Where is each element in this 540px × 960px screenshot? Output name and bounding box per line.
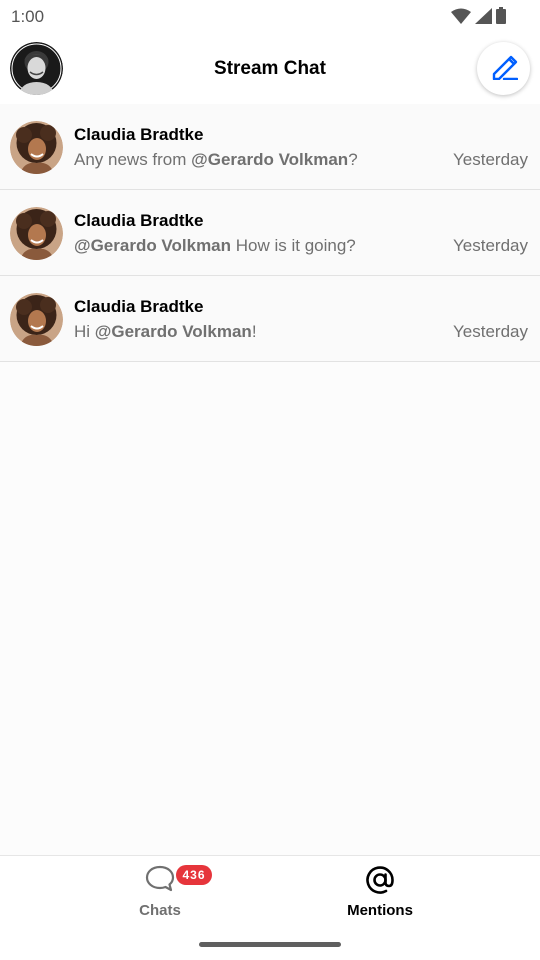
- message-preview: @Gerardo Volkman How is it going?: [74, 236, 356, 255]
- avatar: [10, 207, 63, 260]
- sender-name: Claudia Bradtke: [74, 297, 204, 316]
- timestamp: Yesterday: [453, 150, 528, 169]
- bottom-nav: 436 Chats Mentions: [0, 855, 540, 960]
- mention-text: @Gerardo Volkman: [94, 322, 252, 341]
- list-item[interactable]: Claudia Bradtke @Gerardo Volkman How is …: [0, 190, 540, 276]
- mention-text: @Gerardo Volkman: [191, 150, 349, 169]
- tab-label: Chats: [139, 902, 181, 919]
- app-header: Stream Chat: [0, 34, 540, 104]
- status-icons: [451, 7, 506, 24]
- compose-button[interactable]: [477, 42, 530, 95]
- edit-pencil-icon: [490, 52, 518, 85]
- status-bar: 1:00: [0, 0, 540, 34]
- mention-text: @Gerardo Volkman: [74, 236, 232, 255]
- list-item[interactable]: Claudia Bradtke Any news from @Gerardo V…: [0, 104, 540, 190]
- avatar: [10, 293, 63, 346]
- tab-mentions[interactable]: Mentions: [310, 856, 450, 936]
- message-preview: Hi @Gerardo Volkman!: [74, 322, 257, 341]
- home-indicator: [199, 942, 341, 947]
- chat-bubble-icon: [145, 865, 175, 898]
- at-sign-icon: [365, 865, 395, 900]
- mentions-list: Claudia Bradtke Any news from @Gerardo V…: [0, 104, 540, 362]
- tab-label: Mentions: [347, 902, 413, 919]
- timestamp: Yesterday: [453, 322, 528, 341]
- battery-icon: [496, 7, 506, 24]
- unread-count-badge: 436: [176, 865, 212, 885]
- avatar: [10, 121, 63, 174]
- wifi-icon: [451, 8, 471, 24]
- page-title: Stream Chat: [214, 58, 326, 79]
- status-time: 1:00: [11, 7, 45, 26]
- tab-chats[interactable]: 436 Chats: [90, 856, 230, 936]
- sender-name: Claudia Bradtke: [74, 211, 204, 230]
- list-item[interactable]: Claudia Bradtke Hi @Gerardo Volkman! Yes…: [0, 276, 540, 362]
- message-preview: Any news from @Gerardo Volkman?: [74, 150, 358, 169]
- cellular-signal-icon: [475, 7, 492, 24]
- timestamp: Yesterday: [453, 236, 528, 255]
- sender-name: Claudia Bradtke: [74, 125, 204, 144]
